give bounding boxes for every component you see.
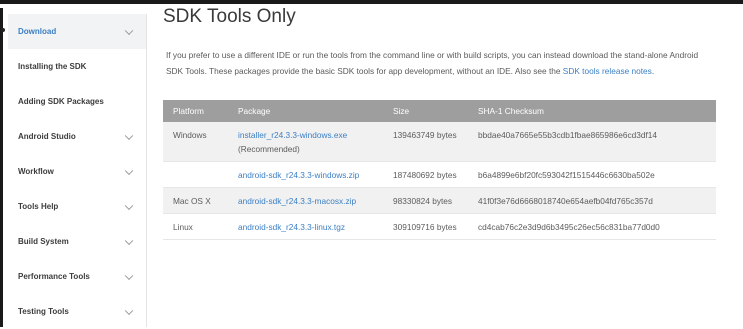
chevron-down-icon[interactable] — [124, 271, 134, 280]
size-cell: 309109716 bytes — [383, 213, 468, 240]
main-content: SDK Tools Only If you prefer to use a di… — [163, 0, 723, 327]
table-row: Linux android-sdk_r24.3.3-linux.tgz 3091… — [163, 213, 716, 240]
checksum-cell: bbdae40a7665e55b3cdb1fbae865986e6cd3df14 — [468, 122, 716, 162]
platform-cell: Windows — [163, 122, 228, 162]
sidebar-item-workflow[interactable]: Workflow — [8, 154, 146, 189]
sidebar-nav: Download Installing the SDK Adding SDK P… — [8, 14, 147, 327]
table-header-row: Platform Package Size SHA-1 Checksum — [163, 100, 716, 122]
sidebar-item-build-system[interactable]: Build System — [8, 224, 146, 259]
package-download-link[interactable]: android-sdk_r24.3.3-linux.tgz — [238, 222, 345, 232]
sidebar-item-label: Build System — [18, 237, 69, 246]
table-row: android-sdk_r24.3.3-windows.zip 18748069… — [163, 161, 716, 188]
bullet-marker — [1, 28, 5, 32]
downloads-table: Platform Package Size SHA-1 Checksum Win… — [163, 100, 716, 240]
sidebar-item-label: Installing the SDK — [18, 62, 87, 71]
sidebar-item-label: Workflow — [18, 167, 54, 176]
size-cell: 187480692 bytes — [383, 161, 468, 188]
size-cell: 98330824 bytes — [383, 187, 468, 214]
checksum-cell: cd4cab76c2e3d9d6b3495c26ec56c831ba77d0d0 — [468, 213, 716, 240]
package-download-link[interactable]: installer_r24.3.3-windows.exe — [238, 130, 347, 140]
sidebar-item-tools-help[interactable]: Tools Help — [8, 189, 146, 224]
sidebar-item-performance-tools[interactable]: Performance Tools — [8, 259, 146, 294]
checksum-cell: b6a4899e6bf20fc593042f1515446c6630ba502e — [468, 161, 716, 188]
table-row: Mac OS X android-sdk_r24.3.3-macosx.zip … — [163, 187, 716, 214]
sidebar-item-label: Tools Help — [18, 202, 59, 211]
sidebar-item-installing-the-sdk[interactable]: Installing the SDK — [8, 49, 146, 84]
package-cell: android-sdk_r24.3.3-linux.tgz — [228, 213, 383, 240]
column-header-platform: Platform — [163, 100, 228, 122]
package-cell: android-sdk_r24.3.3-windows.zip — [228, 161, 383, 188]
chevron-down-icon[interactable] — [124, 166, 134, 175]
platform-cell: Mac OS X — [163, 187, 228, 214]
recommended-note: (Recommended) — [238, 144, 300, 154]
column-header-package: Package — [228, 100, 383, 122]
sidebar-item-adding-sdk-packages[interactable]: Adding SDK Packages — [8, 84, 146, 119]
window-frame-left — [0, 8, 3, 327]
checksum-cell: 41f0f3e76d6668018740e654aefb04fd765c357d — [468, 187, 716, 214]
intro-paragraph: If you prefer to use a different IDE or … — [166, 48, 706, 79]
package-cell: installer_r24.3.3-windows.exe (Recommend… — [228, 122, 383, 162]
column-header-sha1: SHA-1 Checksum — [468, 100, 716, 122]
sidebar-item-label: Testing Tools — [18, 307, 69, 316]
platform-cell — [163, 161, 228, 188]
sidebar-item-label: Download — [18, 27, 57, 36]
table-row: Windows installer_r24.3.3-windows.exe (R… — [163, 122, 716, 162]
size-cell: 139463749 bytes — [383, 122, 468, 162]
package-cell: android-sdk_r24.3.3-macosx.zip — [228, 187, 383, 214]
chevron-down-icon[interactable] — [124, 26, 134, 35]
column-header-size: Size — [383, 100, 468, 122]
sidebar-item-label: Adding SDK Packages — [18, 97, 104, 106]
package-download-link[interactable]: android-sdk_r24.3.3-windows.zip — [238, 170, 359, 180]
release-notes-link[interactable]: SDK tools release notes — [563, 66, 652, 76]
sidebar-item-download[interactable]: Download — [8, 14, 146, 49]
chevron-down-icon[interactable] — [124, 236, 134, 245]
platform-cell: Linux — [163, 213, 228, 240]
sidebar-item-label: Android Studio — [18, 132, 76, 141]
intro-end: . — [651, 65, 655, 76]
sidebar-item-label: Performance Tools — [18, 272, 90, 281]
chevron-down-icon[interactable] — [124, 131, 134, 140]
sidebar-item-android-studio[interactable]: Android Studio — [8, 119, 146, 154]
package-download-link[interactable]: android-sdk_r24.3.3-macosx.zip — [238, 196, 356, 206]
sidebar-item-testing-tools[interactable]: Testing Tools — [8, 294, 146, 329]
page-title: SDK Tools Only — [163, 6, 296, 27]
chevron-down-icon[interactable] — [124, 306, 134, 315]
chevron-down-icon[interactable] — [124, 201, 134, 210]
